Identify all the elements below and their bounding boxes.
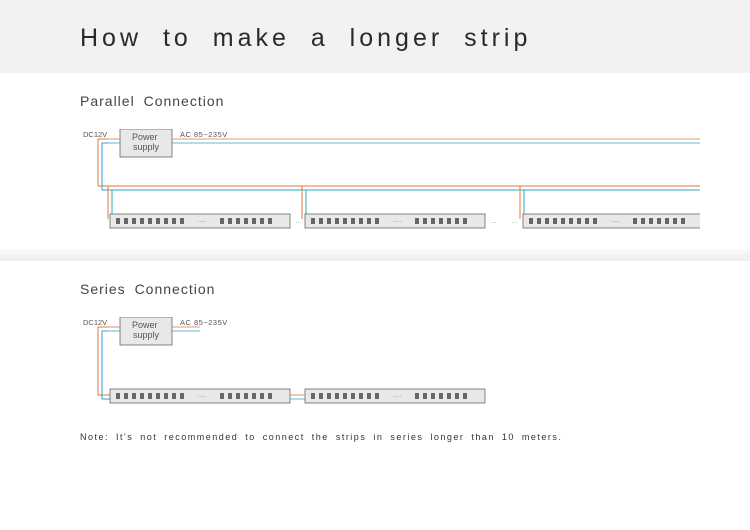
dc-label: DC12V [83, 130, 107, 139]
svg-text:·····: ····· [198, 219, 207, 225]
series-note: Note: It's not recommended to connect th… [80, 432, 670, 442]
section-divider [0, 249, 750, 261]
series-section: Series Connection Power supply DC12V AC … [0, 261, 750, 442]
series-diagram: Power supply DC12V AC 85~235V ····· ····… [80, 317, 600, 417]
ac-label: AC 85~235V [180, 318, 228, 327]
ac-label: AC 85~235V [180, 130, 228, 139]
parallel-heading: Parallel Connection [80, 93, 670, 109]
header-band: How to make a longer strip [0, 0, 750, 73]
svg-text:·····: ····· [198, 394, 207, 400]
parallel-section: Parallel Connection Power supply DC12V A… [0, 73, 750, 249]
dc-label: DC12V [83, 318, 107, 327]
svg-text:···: ··· [491, 220, 496, 226]
svg-text:···: ··· [512, 220, 517, 226]
page-title: How to make a longer strip [80, 24, 750, 53]
svg-text:·····: ····· [393, 219, 402, 225]
series-heading: Series Connection [80, 281, 670, 297]
svg-text:···: ··· [296, 220, 301, 226]
power-supply-label: Power supply [132, 320, 160, 340]
svg-text:·····: ····· [393, 394, 402, 400]
svg-text:·····: ····· [611, 219, 620, 225]
power-supply-label: Power supply [132, 132, 160, 152]
parallel-diagram: Power supply DC12V AC 85~235V ··· [80, 129, 700, 244]
